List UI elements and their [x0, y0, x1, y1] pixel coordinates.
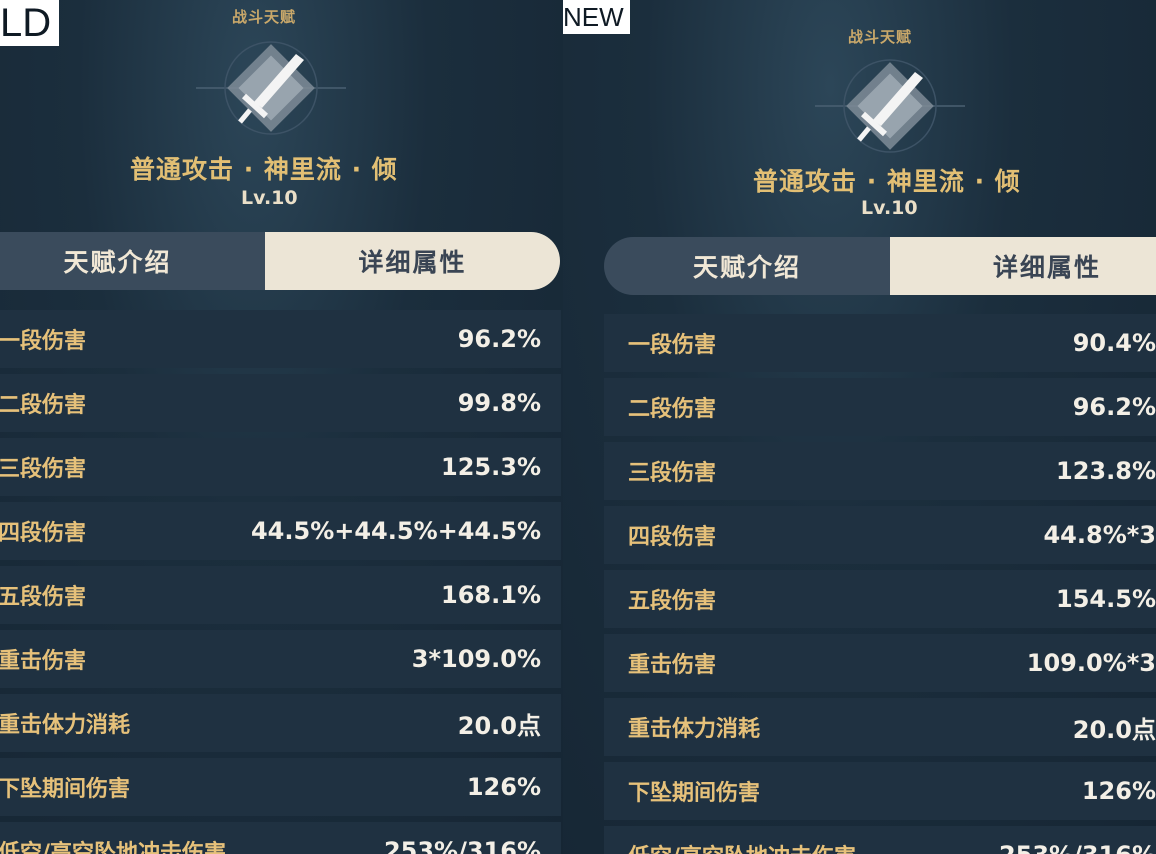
attribute-label: 一段伤害 — [628, 333, 717, 358]
sword-emblem-icon — [815, 58, 965, 154]
attribute-row: 下坠期间伤害 126% — [0, 758, 561, 816]
attribute-row: 重击伤害 3*109.0% — [0, 630, 561, 688]
attribute-label: 一段伤害 — [0, 329, 87, 354]
tab-bar: 天赋介绍 详细属性 — [604, 237, 1156, 295]
attribute-value: 44.8%*3 — [1043, 521, 1156, 549]
new-talent-panel: 战斗天赋 普通攻击 · 神里流 · 倾 Lv.10 天赋介绍 详细属性 一段伤害… — [563, 0, 1156, 854]
attribute-label: 低空/高空坠地冲击伤害 — [0, 841, 227, 854]
attribute-label: 五段伤害 — [0, 585, 87, 610]
attribute-value: 99.8% — [457, 389, 541, 417]
tab-label: 详细属性 — [358, 248, 467, 277]
attribute-value: 3*109.0% — [411, 645, 541, 673]
attribute-row: 一段伤害 90.4% — [604, 314, 1156, 372]
tab-detailed-attributes[interactable]: 详细属性 — [890, 237, 1156, 295]
old-version-label: LD — [0, 0, 60, 46]
attribute-value: 123.8% — [1056, 457, 1156, 485]
talent-name: 普通攻击 · 神里流 · 倾 — [753, 167, 1021, 196]
attribute-label: 二段伤害 — [628, 397, 717, 422]
talent-level: Lv.10 — [861, 197, 918, 219]
talent-level: Lv.10 — [241, 187, 298, 209]
attribute-label: 重击体力消耗 — [0, 713, 131, 738]
attribute-list: 一段伤害 96.2% 二段伤害 99.8% 三段伤害 125.3% 四段伤害 44.5%… — [0, 310, 561, 854]
attribute-value: 96.2% — [1072, 393, 1156, 421]
attribute-row: 三段伤害 125.3% — [0, 438, 561, 496]
attribute-value: 253%/316% — [999, 841, 1156, 854]
attribute-value: 96.2% — [457, 325, 541, 353]
attribute-value: 253%/316% — [383, 837, 541, 854]
attribute-row: 重击体力消耗 20.0点 — [0, 694, 561, 752]
attribute-value: 168.1% — [441, 581, 541, 609]
old-talent-panel: 战斗天赋 普通攻击 · 神里流 · 倾 Lv.10 天赋介绍 详细属性 一段伤害… — [0, 0, 563, 854]
attribute-value: 20.0点 — [1072, 715, 1156, 744]
tab-talent-intro[interactable]: 天赋介绍 — [0, 232, 265, 290]
attribute-label: 下坠期间伤害 — [0, 777, 131, 802]
talent-category-title: 战斗天赋 — [232, 8, 297, 26]
attribute-label: 重击体力消耗 — [628, 717, 761, 742]
attribute-label: 三段伤害 — [0, 457, 87, 482]
attribute-value: 154.5% — [1056, 585, 1156, 613]
tab-label: 天赋介绍 — [692, 253, 801, 282]
attribute-row: 四段伤害 44.8%*3 — [604, 506, 1156, 564]
attribute-row: 四段伤害 44.5%+44.5%+44.5% — [0, 502, 561, 560]
talent-name: 普通攻击 · 神里流 · 倾 — [130, 155, 398, 184]
attribute-value: 44.5%+44.5%+44.5% — [250, 517, 541, 545]
attribute-label: 二段伤害 — [0, 393, 87, 418]
attribute-row: 下坠期间伤害 126% — [604, 762, 1156, 820]
tab-bar: 天赋介绍 详细属性 — [0, 232, 560, 290]
tab-detailed-attributes[interactable]: 详细属性 — [265, 232, 560, 290]
attribute-row: 重击伤害 109.0%*3 — [604, 634, 1156, 692]
attribute-label: 五段伤害 — [628, 589, 717, 614]
tab-label: 天赋介绍 — [63, 248, 172, 277]
attribute-list: 一段伤害 90.4% 二段伤害 96.2% 三段伤害 123.8% 四段伤害 44.8%… — [604, 314, 1156, 854]
tab-talent-intro[interactable]: 天赋介绍 — [604, 237, 890, 295]
attribute-value: 126% — [1081, 777, 1156, 805]
attribute-row: 重击体力消耗 20.0点 — [604, 698, 1156, 756]
attribute-label: 重击伤害 — [0, 649, 87, 674]
attribute-row: 二段伤害 99.8% — [0, 374, 561, 432]
attribute-value: 126% — [466, 773, 541, 801]
sword-emblem-icon — [196, 40, 346, 136]
attribute-row: 三段伤害 123.8% — [604, 442, 1156, 500]
attribute-value: 109.0%*3 — [1026, 649, 1156, 677]
attribute-row: 低空/高空坠地冲击伤害 253%/316% — [0, 822, 561, 854]
attribute-row: 一段伤害 96.2% — [0, 310, 561, 368]
talent-category-title: 战斗天赋 — [848, 28, 913, 46]
attribute-value: 125.3% — [441, 453, 541, 481]
attribute-row: 五段伤害 154.5% — [604, 570, 1156, 628]
attribute-label: 四段伤害 — [0, 521, 87, 546]
attribute-row: 二段伤害 96.2% — [604, 378, 1156, 436]
attribute-label: 低空/高空坠地冲击伤害 — [628, 839, 856, 854]
attribute-label: 四段伤害 — [628, 525, 717, 550]
attribute-label: 下坠期间伤害 — [628, 781, 761, 806]
attribute-row: 低空/高空坠地冲击伤害 253%/316% — [604, 826, 1156, 854]
tab-label: 详细属性 — [992, 253, 1101, 282]
attribute-label: 三段伤害 — [628, 461, 717, 486]
attribute-label: 重击伤害 — [628, 653, 717, 678]
attribute-value: 20.0点 — [457, 711, 541, 740]
attribute-value: 90.4% — [1072, 329, 1156, 357]
new-version-label: NEW — [563, 0, 630, 34]
attribute-row: 五段伤害 168.1% — [0, 566, 561, 624]
